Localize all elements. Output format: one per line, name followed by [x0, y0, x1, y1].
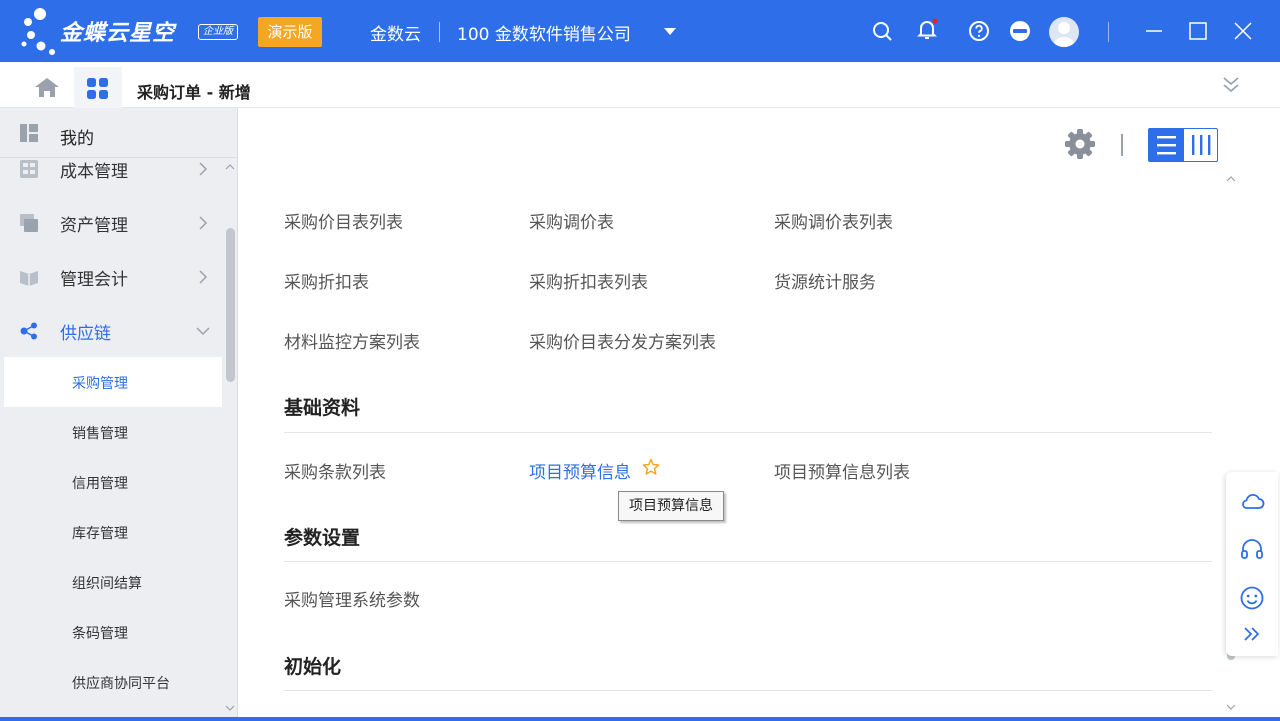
chevron-up-icon[interactable] — [1224, 174, 1238, 184]
link-purchase-terms-list[interactable]: 采购条款列表 — [284, 458, 386, 483]
edition-badge: 企业版 — [198, 24, 238, 40]
tab-purchase-order-new[interactable]: 采购订单 - 新增 — [137, 79, 251, 103]
columns-icon — [1192, 135, 1211, 155]
link-project-budget-info[interactable]: 项目预算信息 — [529, 458, 631, 483]
column-view-button[interactable] — [1184, 129, 1218, 161]
chevron-right-icon — [199, 162, 208, 176]
link-purchase-price-adjust[interactable]: 采购调价表 — [529, 208, 614, 233]
main-content: 采购价目表列表 采购调价表 采购调价表列表 采购折扣表 采购折扣表列表 货源统计… — [239, 108, 1280, 721]
chevron-down-icon[interactable] — [664, 28, 676, 35]
org-divider — [439, 22, 440, 42]
link-material-monitor-plan-list[interactable]: 材料监控方案列表 — [284, 328, 420, 353]
kingdee-logo-icon — [21, 8, 55, 55]
gear-icon[interactable] — [1064, 128, 1096, 160]
double-chevron-down-icon[interactable] — [1221, 74, 1241, 96]
smile-icon[interactable] — [1239, 585, 1265, 611]
sidebar-subitem-sales[interactable]: 销售管理 — [4, 407, 222, 457]
sidebar: 我的 成本管理 资产管理 管理会计 供应链 采购管理 销售管理 信用管理 库存管… — [0, 108, 238, 721]
accounting-icon — [20, 271, 38, 286]
chevron-down-icon[interactable] — [1224, 702, 1238, 712]
headset-icon[interactable] — [1239, 536, 1265, 562]
sidebar-subitem-supplier-portal[interactable]: 供应商协同平台 — [4, 657, 222, 707]
maximize-icon[interactable] — [1186, 19, 1210, 43]
sidebar-subitem-label: 库存管理 — [72, 526, 128, 542]
link-project-budget-info-list[interactable]: 项目预算信息列表 — [774, 458, 910, 483]
section-divider — [284, 561, 1212, 562]
cost-icon — [20, 160, 38, 178]
sidebar-subitem-label: 组织间结算 — [72, 576, 142, 592]
sidebar-item-mine[interactable]: 我的 — [0, 108, 237, 158]
sidebar-item-label: 成本管理 — [60, 162, 128, 182]
list-view-button[interactable] — [1149, 129, 1184, 161]
apps-grid-icon — [87, 78, 108, 99]
chevron-right-icon — [199, 216, 208, 230]
link-source-statistics[interactable]: 货源统计服务 — [774, 268, 876, 293]
brand-name: 金蝶云星空 — [60, 21, 176, 46]
company-selector[interactable]: 100 金数软件销售公司 — [457, 20, 631, 45]
service-panel — [1226, 472, 1278, 656]
section-title-parameters: 参数设置 — [284, 527, 361, 549]
list-icon — [1157, 136, 1176, 155]
dashboard-icon — [20, 124, 38, 142]
sidebar-subitem-label: 采购管理 — [72, 376, 128, 392]
bell-icon[interactable] — [915, 17, 939, 41]
user-icon — [1053, 22, 1075, 47]
sidebar-subitem-label: 条码管理 — [72, 626, 128, 642]
sidebar-subitem-inventory[interactable]: 库存管理 — [4, 507, 222, 557]
cloud-icon[interactable] — [1239, 488, 1265, 514]
home-icon[interactable] — [33, 76, 61, 98]
sidebar-item-assets[interactable]: 资产管理 — [0, 196, 222, 250]
link-purchase-system-params[interactable]: 采购管理系统参数 — [284, 586, 420, 611]
chevron-right-icon — [199, 270, 208, 284]
minimize-icon[interactable] — [1142, 19, 1166, 43]
org-selector[interactable]: 金数云 — [370, 20, 421, 45]
asset-icon — [20, 214, 38, 232]
section-title-basic-data: 基础资料 — [284, 397, 361, 419]
link-purchase-price-adjust-list[interactable]: 采购调价表列表 — [774, 208, 893, 233]
window-border — [0, 717, 1280, 721]
sidebar-item-label: 供应链 — [60, 324, 111, 344]
link-purchase-price-list[interactable]: 采购价目表列表 — [284, 208, 403, 233]
sidebar-subitem-credit[interactable]: 信用管理 — [4, 457, 222, 507]
link-price-list-distribution-plan-list[interactable]: 采购价目表分发方案列表 — [529, 328, 716, 353]
avatar[interactable] — [1049, 17, 1079, 47]
close-icon[interactable] — [1231, 19, 1255, 43]
sidebar-item-management-accounting[interactable]: 管理会计 — [0, 250, 222, 304]
sidebar-subitem-label: 信用管理 — [72, 476, 128, 492]
sidebar-subitem-label: 供应商协同平台 — [72, 676, 170, 692]
sidebar-item-supply-chain[interactable]: 供应链 — [0, 304, 222, 358]
help-icon[interactable] — [967, 19, 991, 43]
sidebar-subitem-intercompany[interactable]: 组织间结算 — [4, 557, 222, 607]
section-divider — [284, 432, 1212, 433]
toolbar-divider — [1121, 134, 1123, 156]
double-chevron-right-icon[interactable] — [1242, 624, 1262, 644]
chevron-down-icon[interactable] — [223, 703, 237, 713]
chevron-up-icon[interactable] — [223, 162, 237, 172]
minus-circle-icon[interactable] — [1008, 19, 1032, 43]
section-title-initialization: 初始化 — [284, 656, 342, 678]
view-toggle — [1148, 128, 1218, 162]
window-controls-divider — [1108, 22, 1109, 42]
section-divider — [284, 690, 1212, 691]
demo-badge[interactable]: 演示版 — [258, 17, 322, 47]
link-purchase-discount-list[interactable]: 采购折扣表列表 — [529, 268, 648, 293]
sidebar-item-label: 资产管理 — [60, 216, 128, 236]
supply-chain-icon — [20, 322, 37, 340]
tooltip: 项目预算信息 — [618, 491, 724, 521]
search-icon[interactable] — [870, 19, 894, 43]
tab-bar: 采购订单 - 新增 — [0, 62, 1280, 108]
sidebar-scrollbar-thumb[interactable] — [226, 228, 235, 382]
star-icon[interactable] — [642, 458, 660, 476]
link-purchase-discount[interactable]: 采购折扣表 — [284, 268, 369, 293]
sidebar-subitem-barcode[interactable]: 条码管理 — [4, 607, 222, 657]
sidebar-item-label: 我的 — [60, 129, 94, 149]
sidebar-subitem-label: 销售管理 — [72, 426, 128, 442]
sidebar-item-label: 管理会计 — [60, 270, 128, 290]
tab-apps[interactable] — [74, 67, 122, 108]
sidebar-subitem-purchase[interactable]: 采购管理 — [4, 357, 222, 407]
chevron-down-icon — [196, 327, 210, 336]
top-bar: 金蝶云星空 企业版 演示版 金数云 100 金数软件销售公司 — [0, 0, 1280, 62]
